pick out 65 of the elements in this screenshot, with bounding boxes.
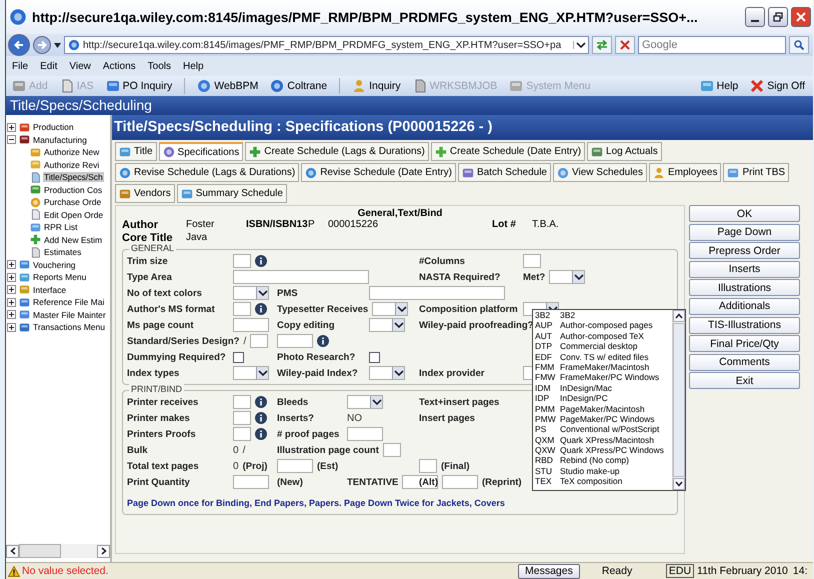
field-label: Type Area: [127, 272, 173, 282]
field-label: Total text pages: [127, 460, 200, 472]
field-label: Author's MS format: [127, 304, 216, 314]
field-value: /: [242, 444, 246, 456]
field-label: ISBN/ISBN13: [246, 219, 308, 231]
field-label: Illustration page count: [277, 444, 379, 456]
field-label: Standard/Series Design?: [127, 336, 240, 346]
field-value: NO: [347, 412, 362, 424]
status-date: 11th February 2010: [697, 565, 788, 577]
field-label: TENTATIVE: [347, 476, 398, 488]
status-time: 14:: [792, 565, 808, 577]
field-label: (Proj): [242, 460, 268, 472]
field-label: Photo Research?: [277, 352, 356, 362]
field-value: /: [243, 336, 246, 346]
field-label: (Est): [317, 460, 338, 472]
field-label: # proof pages: [277, 428, 340, 440]
field-label: Core Title: [122, 232, 174, 244]
field-label: Text+insert pages: [419, 396, 500, 408]
field-value: 0: [233, 460, 239, 472]
field-label: Wiley-paid proofreading?: [419, 320, 534, 330]
field-value: 000015226: [328, 219, 380, 231]
field-label: Printer receives: [127, 396, 200, 408]
field-label: Ms page count: [127, 320, 195, 330]
hint-text: Page Down once for Binding, End Papers, Papers. Page Down Twice for Jackets, Covers: [127, 498, 505, 508]
field-label: Printer makes: [127, 412, 191, 424]
field-value: T.B.A.: [532, 219, 560, 231]
field-label: NASTA Required?: [419, 272, 502, 282]
section-title: General,Text/Bind: [356, 207, 444, 219]
fieldset-legend: PRINT/BIND: [129, 384, 184, 394]
field-value: Foster: [186, 219, 216, 231]
field-label: Wiley-paid Index?: [277, 368, 359, 378]
field-value: 0: [233, 444, 239, 456]
field-label: Index provider: [419, 368, 486, 378]
window-title: http://secure1qa.wiley.com:8145/images/PMF_RMP/BPM_PRDMFG_system_ENG_XP.HTM?user=SSO+...: [32, 10, 699, 24]
field-label: PMS: [277, 288, 299, 298]
field-label: Printers Proofs: [127, 428, 197, 440]
field-label: Met?: [523, 272, 546, 282]
field-label: (Reprint): [482, 476, 522, 488]
field-value: Java: [186, 232, 208, 244]
field-label: No of text colors: [127, 288, 203, 298]
field-label: Print Quantity: [127, 476, 191, 488]
field-label: Inserts?: [277, 412, 315, 424]
field-label: Bleeds: [277, 396, 310, 408]
field-label: (Alt): [419, 476, 438, 488]
field-label: Typesetter Receives: [277, 304, 368, 314]
page-heading: Title/Specs/Scheduling : Specifications (P000015226 - ): [112, 115, 813, 140]
status-message: No value selected.: [22, 565, 108, 577]
field-label: Dummying Required?: [127, 352, 227, 362]
status-text: Ready: [602, 565, 634, 577]
field-label: Index types: [127, 368, 180, 378]
field-label: Composition platform: [419, 304, 519, 314]
url-text: http://secure1qa.wiley.com:8145/images/PMF_RMP/BPM_PRDMFG_system_ENG_XP.HTM?user=SSO+pa: [83, 40, 562, 50]
mode-indicator: EDU: [666, 564, 694, 578]
field-label: Lot #: [492, 219, 517, 231]
field-label: Copy editing: [277, 320, 336, 330]
field-label: Trim size: [127, 256, 169, 266]
field-value: P: [308, 219, 316, 231]
field-label: (New): [277, 476, 304, 488]
field-label: Insert pages: [419, 412, 475, 424]
field-label: #Columns: [419, 256, 466, 266]
field-label: Bulk: [127, 444, 149, 456]
field-label: Author: [122, 219, 160, 231]
field-label: (Final): [441, 460, 470, 472]
app-title: Title/Specs/Scheduling: [6, 96, 813, 115]
fieldset-legend: GENERAL: [129, 243, 176, 253]
